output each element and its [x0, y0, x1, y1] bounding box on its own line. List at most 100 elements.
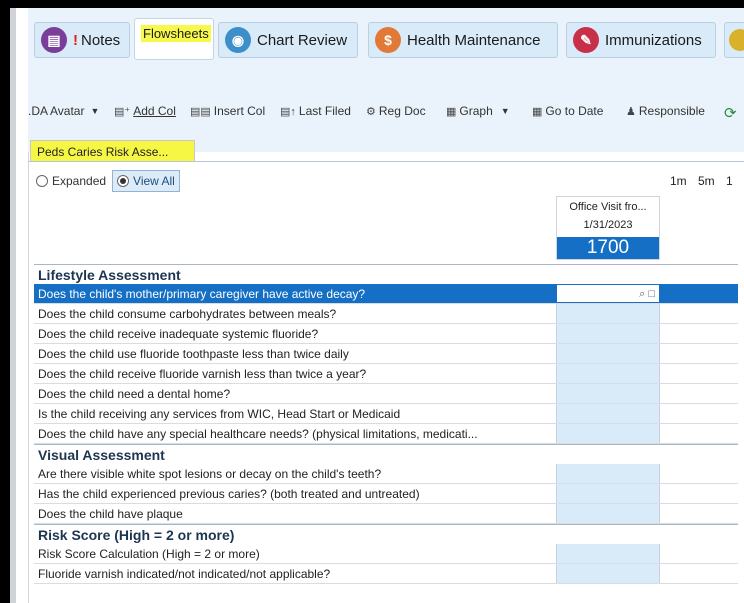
tab-more[interactable] — [724, 22, 744, 58]
notes-alert-badge: ! — [73, 31, 78, 49]
value-cell[interactable] — [556, 324, 660, 343]
column-title: Office Visit fro... — [569, 201, 647, 213]
view-mode-group: Expanded View All — [36, 170, 180, 192]
expanded-radio[interactable]: Expanded — [36, 174, 106, 188]
value-cell[interactable] — [556, 304, 660, 323]
tab-notes-label: Notes — [81, 31, 121, 49]
last-filed-label: Last Filed — [298, 104, 351, 118]
row-label: Are there visible white spot lesions or … — [38, 467, 382, 481]
add-col-label: Add Col — [133, 104, 176, 118]
tab-health-maintenance[interactable]: $ Health Maintenance — [368, 22, 558, 58]
last-filed-icon: ▤↑ — [280, 105, 296, 118]
row-label: Does the child use fluoride toothpaste l… — [38, 347, 349, 361]
row-label: Does the child have any special healthca… — [38, 427, 478, 441]
row-label: Does the child receive inadequate system… — [38, 327, 319, 341]
value-cell[interactable] — [556, 504, 660, 523]
tab-health-maintenance-label: Health Maintenance — [407, 31, 541, 49]
radio-checked-icon — [117, 175, 130, 187]
row-label: Fluoride varnish indicated/not indicated… — [38, 567, 331, 581]
flowsheet-row[interactable]: Is the child receiving any services from… — [34, 404, 738, 424]
value-cell[interactable] — [556, 384, 660, 403]
notes-icon: ▤ — [41, 27, 67, 53]
view-all-radio[interactable]: View All — [112, 170, 180, 192]
health-maintenance-icon: $ — [375, 27, 401, 53]
value-cell[interactable] — [556, 564, 660, 583]
flowsheet-row[interactable]: Does the child need a dental home? — [34, 384, 738, 404]
row-label: Risk Score Calculation (High = 2 or more… — [38, 547, 260, 561]
person-icon: ♟ — [626, 105, 636, 118]
search-comment-icon[interactable]: ⌕ □ — [639, 288, 655, 301]
window-frame-left — [0, 0, 10, 603]
value-cell[interactable] — [556, 344, 660, 363]
column-date: 1/31/2023 — [583, 219, 633, 231]
row-label: Does the child need a dental home? — [38, 387, 231, 401]
flowsheet-content: Expanded View All 1m 5m 1 Office Visit f… — [30, 162, 744, 603]
tab-flowsheets-label: Flowsheets — [141, 25, 211, 42]
responsible-button[interactable]: ♟ Responsible — [626, 104, 705, 118]
section-header[interactable]: Lifestyle Assessment — [34, 264, 738, 284]
value-cell[interactable] — [556, 484, 660, 503]
radio-unchecked-icon — [36, 175, 48, 187]
flowsheet-row[interactable]: Does the child use fluoride toothpaste l… — [34, 344, 738, 364]
responsible-label: Responsible — [638, 104, 705, 118]
row-label: Does the child have plaque — [38, 507, 183, 521]
flowsheet-row[interactable]: Fluoride varnish indicated/not indicated… — [34, 564, 738, 584]
tab-notes[interactable]: ▤ ! Notes — [34, 22, 130, 58]
immunizations-icon: ✎ — [573, 27, 599, 53]
window-frame-top — [0, 0, 744, 8]
activity-tab-bar: ▤ ! Notes Flowsheets ◉ Chart Review $ He… — [28, 8, 744, 68]
refresh-icon[interactable]: ⟳ — [724, 104, 737, 122]
insert-col-label: Insert Col — [213, 104, 266, 118]
go-to-date-button[interactable]: ▦ Go to Date — [532, 104, 603, 118]
tab-flowsheets[interactable]: Flowsheets — [134, 18, 214, 60]
graph-button[interactable]: ▦ Graph ▼ — [446, 104, 510, 118]
row-label: Is the child receiving any services from… — [38, 407, 401, 421]
insert-col-button[interactable]: ▤▤ Insert Col — [190, 104, 265, 118]
flowsheet-row[interactable]: Risk Score Calculation (High = 2 or more… — [34, 544, 738, 564]
tab-chart-review[interactable]: ◉ Chart Review — [218, 22, 358, 58]
value-cell[interactable]: ⌕ □ — [556, 284, 660, 303]
add-col-button[interactable]: ▤⁺ Add Col — [114, 104, 176, 118]
flowsheet-tab-peds-caries[interactable]: Peds Caries Risk Asse... — [30, 140, 195, 162]
flowsheet-row[interactable]: Does the child receive inadequate system… — [34, 324, 738, 344]
row-label: Does the child's mother/primary caregive… — [38, 287, 366, 301]
value-cell[interactable] — [556, 464, 660, 483]
flowsheet-row[interactable]: Does the child consume carbohydrates bet… — [34, 304, 738, 324]
tab-immunizations[interactable]: ✎ Immunizations — [566, 22, 716, 58]
flowsheet-row[interactable]: Does the child have plaque — [34, 504, 738, 524]
section-header[interactable]: Risk Score (High = 2 or more) — [34, 524, 738, 544]
section-header[interactable]: Visual Assessment — [34, 444, 738, 464]
calendar-icon: ▦ — [532, 105, 543, 118]
reg-doc-button[interactable]: ⚙ Reg Doc — [366, 104, 426, 118]
last-filed-button[interactable]: ▤↑ Last Filed — [280, 104, 351, 118]
go-to-date-label: Go to Date — [545, 104, 604, 118]
flowsheet-grid: Lifestyle Assessment Does the child's mot… — [34, 264, 738, 584]
insert-column-icon: ▤▤ — [190, 105, 211, 118]
graph-label: Graph — [459, 104, 493, 118]
flowsheet-row[interactable]: Does the child have any special healthca… — [34, 424, 738, 444]
time-interval-options[interactable]: 1m 5m 1 — [670, 174, 733, 188]
chart-review-icon: ◉ — [225, 27, 251, 53]
row-label: Does the child consume carbohydrates bet… — [38, 307, 337, 321]
reg-doc-label: Reg Doc — [378, 104, 426, 118]
add-column-icon: ▤⁺ — [114, 105, 131, 118]
row-label: Has the child experienced previous carie… — [38, 487, 420, 501]
value-cell[interactable] — [556, 544, 660, 563]
flowsheet-row[interactable]: Has the child experienced previous carie… — [34, 484, 738, 504]
column-header-office-visit[interactable]: Office Visit fro... 1/31/2023 1700 — [556, 196, 660, 260]
expanded-label: Expanded — [52, 174, 107, 188]
tab-chart-review-label: Chart Review — [257, 31, 348, 49]
value-cell[interactable] — [556, 404, 660, 423]
row-label: Does the child receive fluoride varnish … — [38, 367, 367, 381]
tab-immunizations-label: Immunizations — [605, 31, 702, 49]
column-time: 1700 — [557, 237, 659, 259]
avatar-dropdown[interactable]: .DA Avatar ▼ — [28, 104, 99, 118]
more-tab-icon — [729, 29, 744, 51]
flowsheet-row[interactable]: Does the child's mother/primary caregive… — [34, 284, 738, 304]
value-cell[interactable] — [556, 424, 660, 443]
flowsheet-row[interactable]: Are there visible white spot lesions or … — [34, 464, 738, 484]
graph-dropdown-arrow-icon: ▼ — [500, 106, 510, 116]
value-cell[interactable] — [556, 364, 660, 383]
flowsheet-row[interactable]: Does the child receive fluoride varnish … — [34, 364, 738, 384]
view-all-label: View All — [133, 174, 175, 188]
